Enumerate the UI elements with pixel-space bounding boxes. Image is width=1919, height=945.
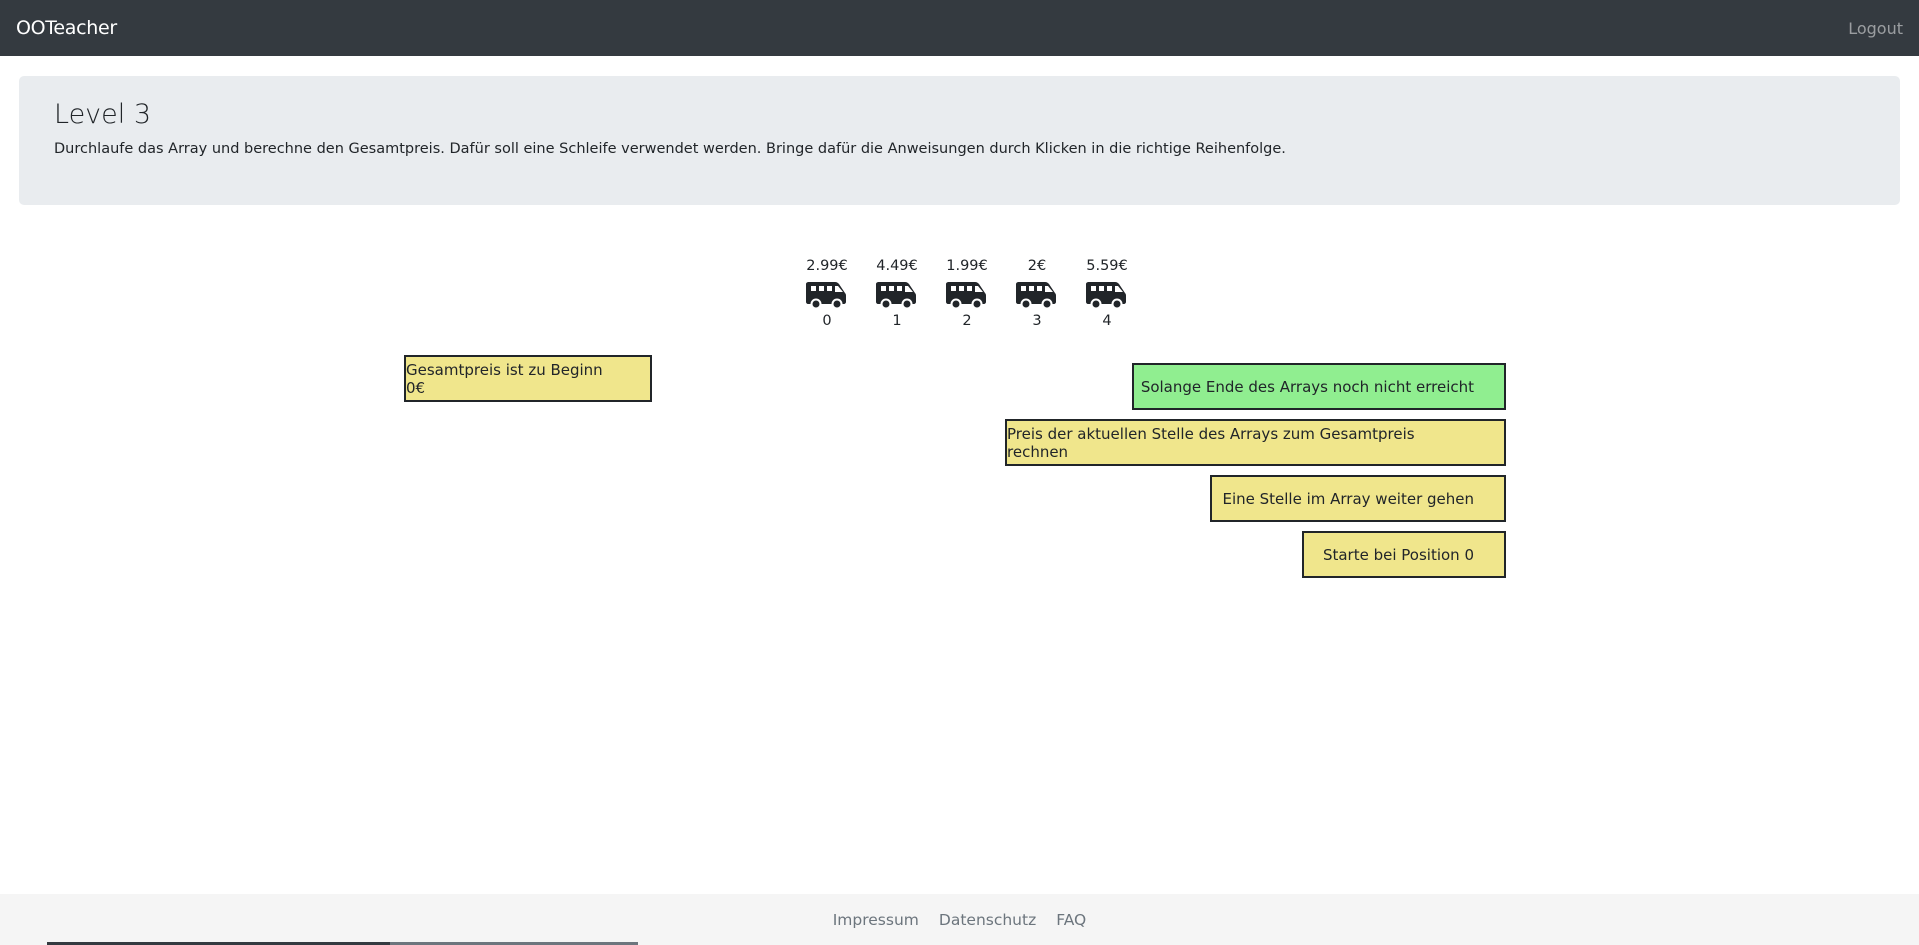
van-icon	[1086, 282, 1126, 309]
array-price: 2€	[1027, 258, 1047, 274]
loop-statement-block[interactable]: Solange Ende des Arrays noch nicht errei…	[1132, 363, 1506, 410]
array-index: 3	[1032, 313, 1042, 329]
footer-link-faq[interactable]: FAQ	[1056, 911, 1086, 929]
array-element: 4.49€ 1	[862, 255, 932, 333]
task-description: Durchlaufe das Array und berechne den Ge…	[54, 141, 1286, 158]
array-price: 1.99€	[946, 258, 988, 274]
brand-logo[interactable]: OOTeacher	[16, 17, 117, 39]
footer: Impressum Datenschutz FAQ	[0, 894, 1919, 945]
van-icon	[1016, 282, 1056, 309]
footer-link-datenschutz[interactable]: Datenschutz	[939, 911, 1036, 929]
statement-block[interactable]: Eine Stelle im Array weiter gehen	[1210, 475, 1506, 522]
array-element: 2€ 3	[1002, 255, 1072, 333]
array-index: 0	[822, 313, 832, 329]
task-header: Level 3 Durchlaufe das Array und berechn…	[19, 76, 1900, 205]
array-price: 4.49€	[876, 258, 918, 274]
array-element: 2.99€ 0	[792, 255, 862, 333]
array-index: 2	[962, 313, 972, 329]
logout-link[interactable]: Logout	[1848, 19, 1903, 38]
footer-link-impressum[interactable]: Impressum	[833, 911, 919, 929]
statement-block[interactable]: Starte bei Position 0	[1302, 531, 1506, 578]
top-navbar: OOTeacher Logout	[0, 0, 1919, 56]
statement-block[interactable]: Preis der aktuellen Stelle des Arrays zu…	[1005, 419, 1506, 466]
array-price: 5.59€	[1086, 258, 1128, 274]
array-price: 2.99€	[806, 258, 848, 274]
level-title: Level 3	[54, 99, 152, 130]
array-index: 1	[892, 313, 902, 329]
array-index: 4	[1102, 313, 1112, 329]
van-icon	[876, 282, 916, 309]
price-array: 2.99€ 0 4.49€ 1 1.99€ 2 2€ 3 5.59€ 4	[792, 255, 1142, 333]
van-icon	[946, 282, 986, 309]
array-element: 5.59€ 4	[1072, 255, 1142, 333]
placed-statement-block[interactable]: Gesamtpreis ist zu Beginn 0€	[404, 355, 652, 402]
array-element: 1.99€ 2	[932, 255, 1002, 333]
van-icon	[806, 282, 846, 309]
